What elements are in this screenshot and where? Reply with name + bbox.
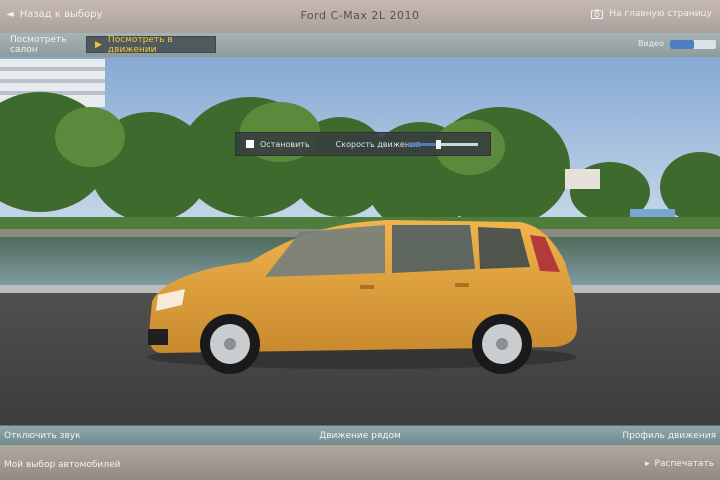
home-link-label: На главную страницу: [609, 9, 712, 19]
video-toggle-fill: [670, 40, 694, 49]
speed-slider-fill: [408, 143, 438, 146]
bottom-bar: Отключить звук Движение рядом Профиль дв…: [0, 425, 720, 446]
home-link[interactable]: На главную страницу: [591, 9, 712, 19]
speed-slider-knob[interactable]: [436, 140, 441, 149]
play-icon: ▶: [95, 39, 102, 50]
top-bar: ◄ Назад к выбору Ford C-Max 2L 2010 На г…: [0, 0, 720, 34]
video-label: Видео: [637, 39, 664, 48]
car-viewer-scene[interactable]: Остановить Скорость движения: [0, 57, 720, 425]
tabs-bar: Посмотреть салон ▶ Посмотреть в движении…: [0, 33, 720, 58]
motion-controls-panel: Остановить Скорость движения: [235, 132, 491, 156]
tab-motion-label: Посмотреть в движении: [107, 34, 173, 55]
my-cars-link[interactable]: Мой выбор автомобилей: [4, 460, 120, 470]
speed-slider[interactable]: [408, 140, 478, 149]
nearby-motion-button[interactable]: Движение рядом: [0, 431, 720, 441]
footer: Мой выбор автомобилей ▸ Распечатать: [0, 445, 720, 480]
car-image: [148, 220, 578, 374]
tab-interior-label: Посмотреть салон: [10, 34, 67, 55]
tab-motion[interactable]: ▶ Посмотреть в движении: [86, 34, 216, 55]
stop-checkbox[interactable]: [246, 140, 254, 148]
camera-icon: [591, 9, 604, 19]
video-toggle[interactable]: [670, 40, 716, 49]
stop-checkbox-label: Остановить: [260, 139, 310, 149]
tab-interior[interactable]: Посмотреть салон: [2, 34, 82, 55]
motion-profile-button[interactable]: Профиль движения: [622, 431, 716, 441]
print-link[interactable]: ▸ Распечатать: [645, 459, 714, 469]
print-link-label: Распечатать: [654, 459, 714, 469]
chevron-right-icon: ▸: [645, 459, 650, 469]
